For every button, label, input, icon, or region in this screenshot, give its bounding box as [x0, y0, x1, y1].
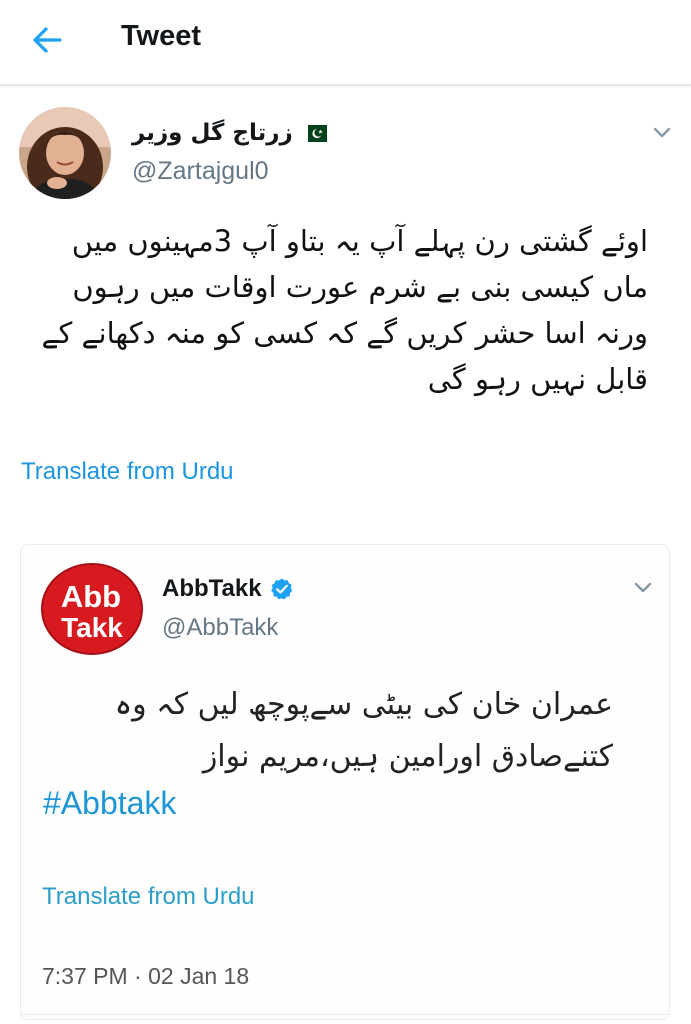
- quoted-author-name-row[interactable]: AbbTakk: [162, 575, 294, 603]
- abbtakk-logo: Abb Takk: [41, 563, 143, 655]
- logo-text-top: Abb: [61, 579, 121, 614]
- author-display-name: زرتاج گل وزیر: [132, 120, 293, 146]
- chevron-down-icon[interactable]: [631, 577, 655, 597]
- timestamp: 7:37 PM · 02 Jan 18: [42, 963, 250, 989]
- chevron-down-icon[interactable]: [650, 122, 674, 142]
- page-title: Tweet: [121, 20, 202, 52]
- quoted-tweet-text: عمران خان کی بیٹی سےپوچھ لیں کہ وہ کتنےص…: [114, 687, 613, 774]
- avatar[interactable]: [19, 107, 111, 199]
- quoted-translate-link[interactable]: Translate from Urdu: [42, 883, 255, 911]
- tweet-text: اوئے گشتی رن پہلے آپ یہ بتاو آپ 3مہینوں …: [41, 224, 649, 396]
- divider: [21, 1014, 669, 1015]
- verified-badge-icon: [270, 578, 292, 600]
- arrow-left-icon: [33, 27, 62, 53]
- quoted-author-handle[interactable]: @AbbTakk: [162, 614, 278, 642]
- pakistan-flag-icon: [300, 124, 327, 142]
- hashtag-link[interactable]: #Abbtakk: [43, 785, 176, 822]
- quoted-tweet-card[interactable]: Abb Takk AbbTakk @AbbTakk عمران خان کی ب…: [20, 544, 670, 1020]
- top-app-bar: Tweet: [0, 0, 691, 86]
- logo-text-bottom: Takk: [61, 612, 123, 643]
- author-handle[interactable]: @Zartajgul0: [132, 157, 269, 186]
- author-name-row[interactable]: زرتاج گل وزیر: [132, 116, 327, 150]
- translate-link[interactable]: Translate from Urdu: [21, 458, 234, 486]
- quoted-author-display-name: AbbTakk: [162, 575, 262, 602]
- back-button[interactable]: [26, 20, 70, 60]
